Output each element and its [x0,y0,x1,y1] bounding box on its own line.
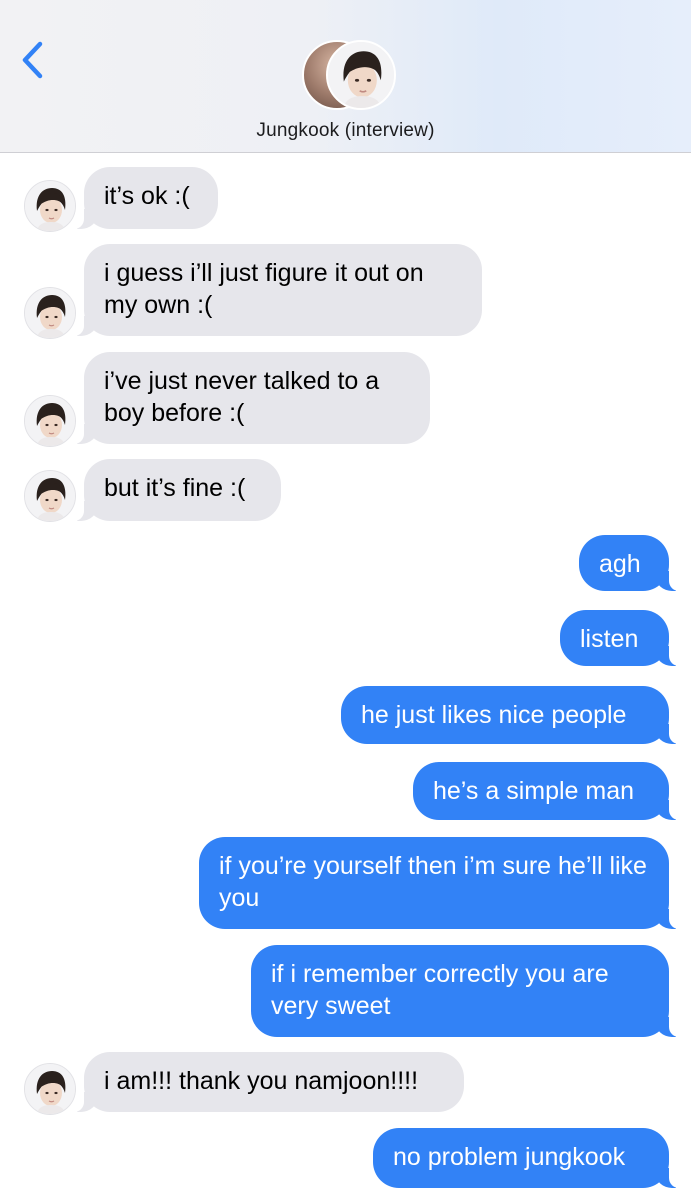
message-text: i am!!! thank you namjoon!!!! [104,1067,419,1095]
message-text: i guess i’ll just figure it out on my ow… [104,259,431,319]
incoming-message[interactable]: i guess i’ll just figure it out on my ow… [70,244,482,336]
outgoing-message[interactable]: if i remember correctly you are very swe… [251,945,683,1037]
message-text: but it’s fine :( [104,474,246,502]
sender-avatar[interactable] [24,395,76,447]
contact-avatar [326,40,396,110]
message-text: agh [599,550,641,578]
incoming-message[interactable]: it’s ok :( [70,167,218,229]
outgoing-message[interactable]: he just likes nice people [341,686,683,744]
incoming-message[interactable]: i’ve just never talked to a boy before :… [70,352,430,444]
sender-avatar[interactable] [24,1063,76,1115]
sender-avatar[interactable] [24,470,76,522]
outgoing-message[interactable]: if you’re yourself then i’m sure he’ll l… [199,837,683,929]
outgoing-message[interactable]: listen [560,610,683,666]
outgoing-message[interactable]: he’s a simple man [413,762,683,820]
sender-avatar[interactable] [24,180,76,232]
message-text: listen [580,625,639,653]
message-text: if you’re yourself then i’m sure he’ll l… [219,852,654,912]
message-text: he just likes nice people [361,701,627,729]
outgoing-message[interactable]: no problem jungkook [373,1128,683,1188]
message-text: i’ve just never talked to a boy before :… [104,367,387,427]
outgoing-message[interactable]: agh [579,535,683,591]
sender-avatar[interactable] [24,287,76,339]
chevron-left-icon [22,41,43,79]
incoming-message[interactable]: i am!!! thank you namjoon!!!! [70,1052,464,1112]
contact-avatar-group[interactable] [302,40,396,110]
message-text: he’s a simple man [433,777,635,805]
message-text: it’s ok :( [104,182,190,210]
incoming-message[interactable]: but it’s fine :( [70,459,281,521]
message-text: if i remember correctly you are very swe… [271,960,616,1020]
back-button[interactable] [14,38,54,82]
message-text: no problem jungkook [393,1143,626,1171]
conversation-header: Jungkook (interview) [0,0,691,153]
contact-name[interactable]: Jungkook (interview) [0,120,691,142]
